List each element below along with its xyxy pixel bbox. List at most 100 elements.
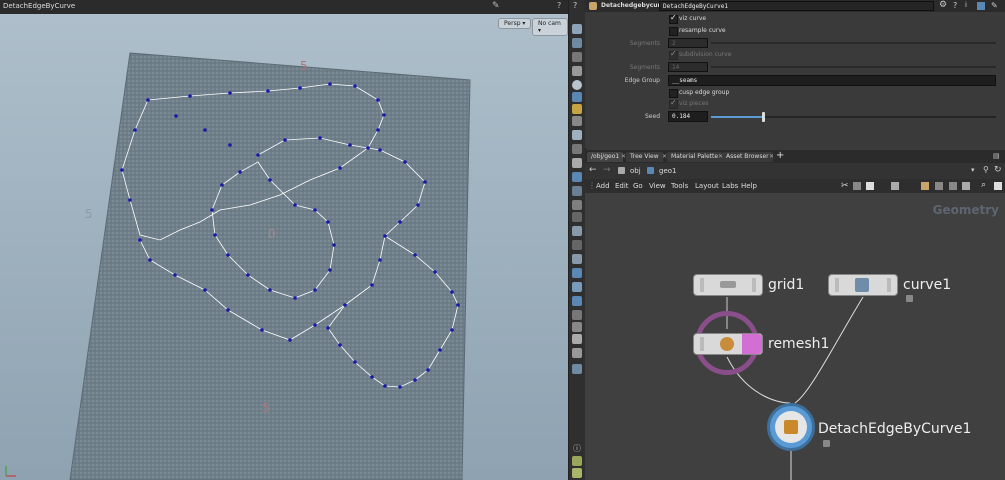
viewport-help-icon[interactable]: ?	[557, 1, 561, 10]
color-palette-icon[interactable]	[921, 182, 929, 190]
edge-group-value: __seams	[672, 77, 698, 84]
segments2-field[interactable]: 14	[668, 62, 708, 72]
node-detachedgebycurve1[interactable]	[767, 403, 815, 451]
path-dropdown-icon[interactable]: ▾	[971, 166, 975, 174]
viz-pieces-label: viz pieces	[679, 100, 709, 107]
save-icon[interactable]	[977, 2, 985, 10]
transform-icon[interactable]	[572, 322, 582, 332]
path-geo1[interactable]: geo1	[659, 167, 677, 175]
menu-layout[interactable]: Layout	[695, 182, 719, 190]
close-icon[interactable]: ✕	[769, 153, 774, 160]
backface-icon[interactable]	[572, 268, 582, 278]
tab-obj-geo1[interactable]: /obj/geo1	[587, 152, 624, 162]
search-icon[interactable]: ⌕	[981, 180, 986, 190]
pin-icon[interactable]	[572, 92, 582, 102]
camera-icon[interactable]	[572, 116, 582, 126]
snap-icon[interactable]	[949, 182, 957, 190]
tab-tree-view[interactable]: Tree View	[626, 152, 663, 162]
node-display-flag[interactable]	[742, 334, 762, 354]
info-icon[interactable]: i	[965, 1, 967, 9]
flipbook-icon[interactable]	[572, 364, 582, 374]
viz-curve-checkbox[interactable]	[669, 13, 678, 24]
segments-field[interactable]: 2	[668, 38, 708, 48]
node-display-flag[interactable]	[887, 278, 891, 292]
note-icon[interactable]	[866, 182, 874, 190]
network-editor[interactable]: Geometry grid1 curve1 remesh1 DetachEdge…	[585, 193, 1005, 480]
node-bypass-flag[interactable]	[700, 278, 704, 292]
refresh-icon[interactable]: ↻	[994, 165, 1002, 175]
points-icon[interactable]	[572, 172, 582, 182]
tree-icon[interactable]	[962, 182, 970, 190]
grid-view-icon[interactable]	[572, 130, 582, 140]
edges-icon[interactable]	[572, 186, 582, 196]
seed-slider-handle[interactable]	[762, 112, 766, 122]
light-icon[interactable]	[572, 104, 582, 114]
display-options-icon[interactable]	[994, 182, 1002, 190]
link-icon[interactable]	[572, 310, 582, 320]
lock-icon[interactable]	[572, 52, 582, 62]
resample-curve-checkbox[interactable]	[669, 27, 678, 36]
node-name-value: DetachEdgeByCurve1	[663, 3, 729, 10]
seed-field[interactable]: 0.184	[668, 111, 708, 122]
normals-icon[interactable]	[572, 226, 582, 236]
cusp-edge-group-checkbox[interactable]	[669, 89, 678, 98]
add-tab-icon[interactable]: +	[776, 150, 784, 161]
menu-add[interactable]: Add	[596, 182, 610, 190]
node-display-flag[interactable]	[752, 278, 756, 292]
snap-icon[interactable]	[572, 66, 582, 76]
node-grid1[interactable]	[693, 274, 763, 296]
menu-view[interactable]: View	[649, 182, 666, 190]
tools-icon[interactable]: ✂	[841, 181, 849, 191]
align-icon[interactable]	[853, 182, 861, 190]
wire-icon[interactable]	[572, 200, 582, 210]
viz-pieces-checkbox[interactable]	[669, 98, 678, 109]
node-bypass-flag[interactable]	[700, 337, 704, 351]
viewport-pin-icon[interactable]: ✎	[492, 1, 500, 11]
node-name-field[interactable]: DetachEdgeByCurve1	[659, 1, 934, 11]
help-icon[interactable]: ?	[573, 1, 577, 10]
menu-go[interactable]: Go	[633, 182, 643, 190]
tab-asset-browser[interactable]: Asset Browser	[722, 152, 773, 162]
grid-layout-icon[interactable]	[572, 468, 582, 478]
menu-tools[interactable]: Tools	[671, 182, 688, 190]
seed-slider-track[interactable]	[711, 112, 996, 122]
menu-edit[interactable]: Edit	[615, 182, 629, 190]
back-arrow-icon[interactable]: ←	[589, 165, 597, 175]
forward-arrow-icon[interactable]: →	[603, 165, 611, 175]
node-remesh1[interactable]	[693, 333, 763, 355]
sphere-icon[interactable]	[572, 80, 582, 90]
select-tool-icon[interactable]	[572, 24, 582, 34]
move-tool-icon[interactable]	[572, 38, 582, 48]
vector-icon[interactable]	[572, 296, 582, 306]
display-icon[interactable]	[572, 144, 582, 154]
subdivision-curve-checkbox[interactable]	[669, 49, 678, 60]
axis-label: 5	[85, 207, 93, 221]
edge-group-field[interactable]: __seams	[668, 75, 996, 86]
info-icon[interactable]: ⓘ	[573, 443, 581, 454]
node-bypass-flag[interactable]	[835, 278, 839, 292]
pin-icon[interactable]: ✎	[991, 1, 998, 10]
number-icon[interactable]	[572, 212, 582, 222]
segments2-slider[interactable]	[711, 66, 996, 68]
template-icon[interactable]	[572, 240, 582, 250]
tab-material-palette[interactable]: Material Palette	[667, 152, 723, 162]
segments-slider[interactable]	[711, 42, 996, 44]
bound-icon[interactable]	[572, 334, 582, 344]
help-icon[interactable]: ?	[953, 1, 957, 10]
menu-help[interactable]: Help	[741, 182, 757, 190]
grid-icon[interactable]	[935, 182, 943, 190]
path-obj[interactable]: obj	[630, 167, 641, 175]
gear-icon[interactable]: ⚙	[939, 0, 947, 10]
layout-icon[interactable]	[572, 456, 582, 466]
frame-icon[interactable]	[572, 348, 582, 358]
viewport[interactable]: Persp ▾ No cam ▾ 5 0 5 5	[0, 14, 568, 480]
shading-icon[interactable]	[572, 158, 582, 168]
pin-icon[interactable]: ⚲	[983, 165, 989, 174]
ghost-icon[interactable]	[572, 254, 582, 264]
node-curve1[interactable]	[828, 274, 898, 296]
pane-menu-icon[interactable]: ▤	[993, 152, 1000, 160]
path-field[interactable]	[645, 165, 977, 178]
menu-labs[interactable]: Labs	[722, 182, 738, 190]
image-icon[interactable]	[891, 182, 899, 190]
uv-icon[interactable]	[572, 282, 582, 292]
